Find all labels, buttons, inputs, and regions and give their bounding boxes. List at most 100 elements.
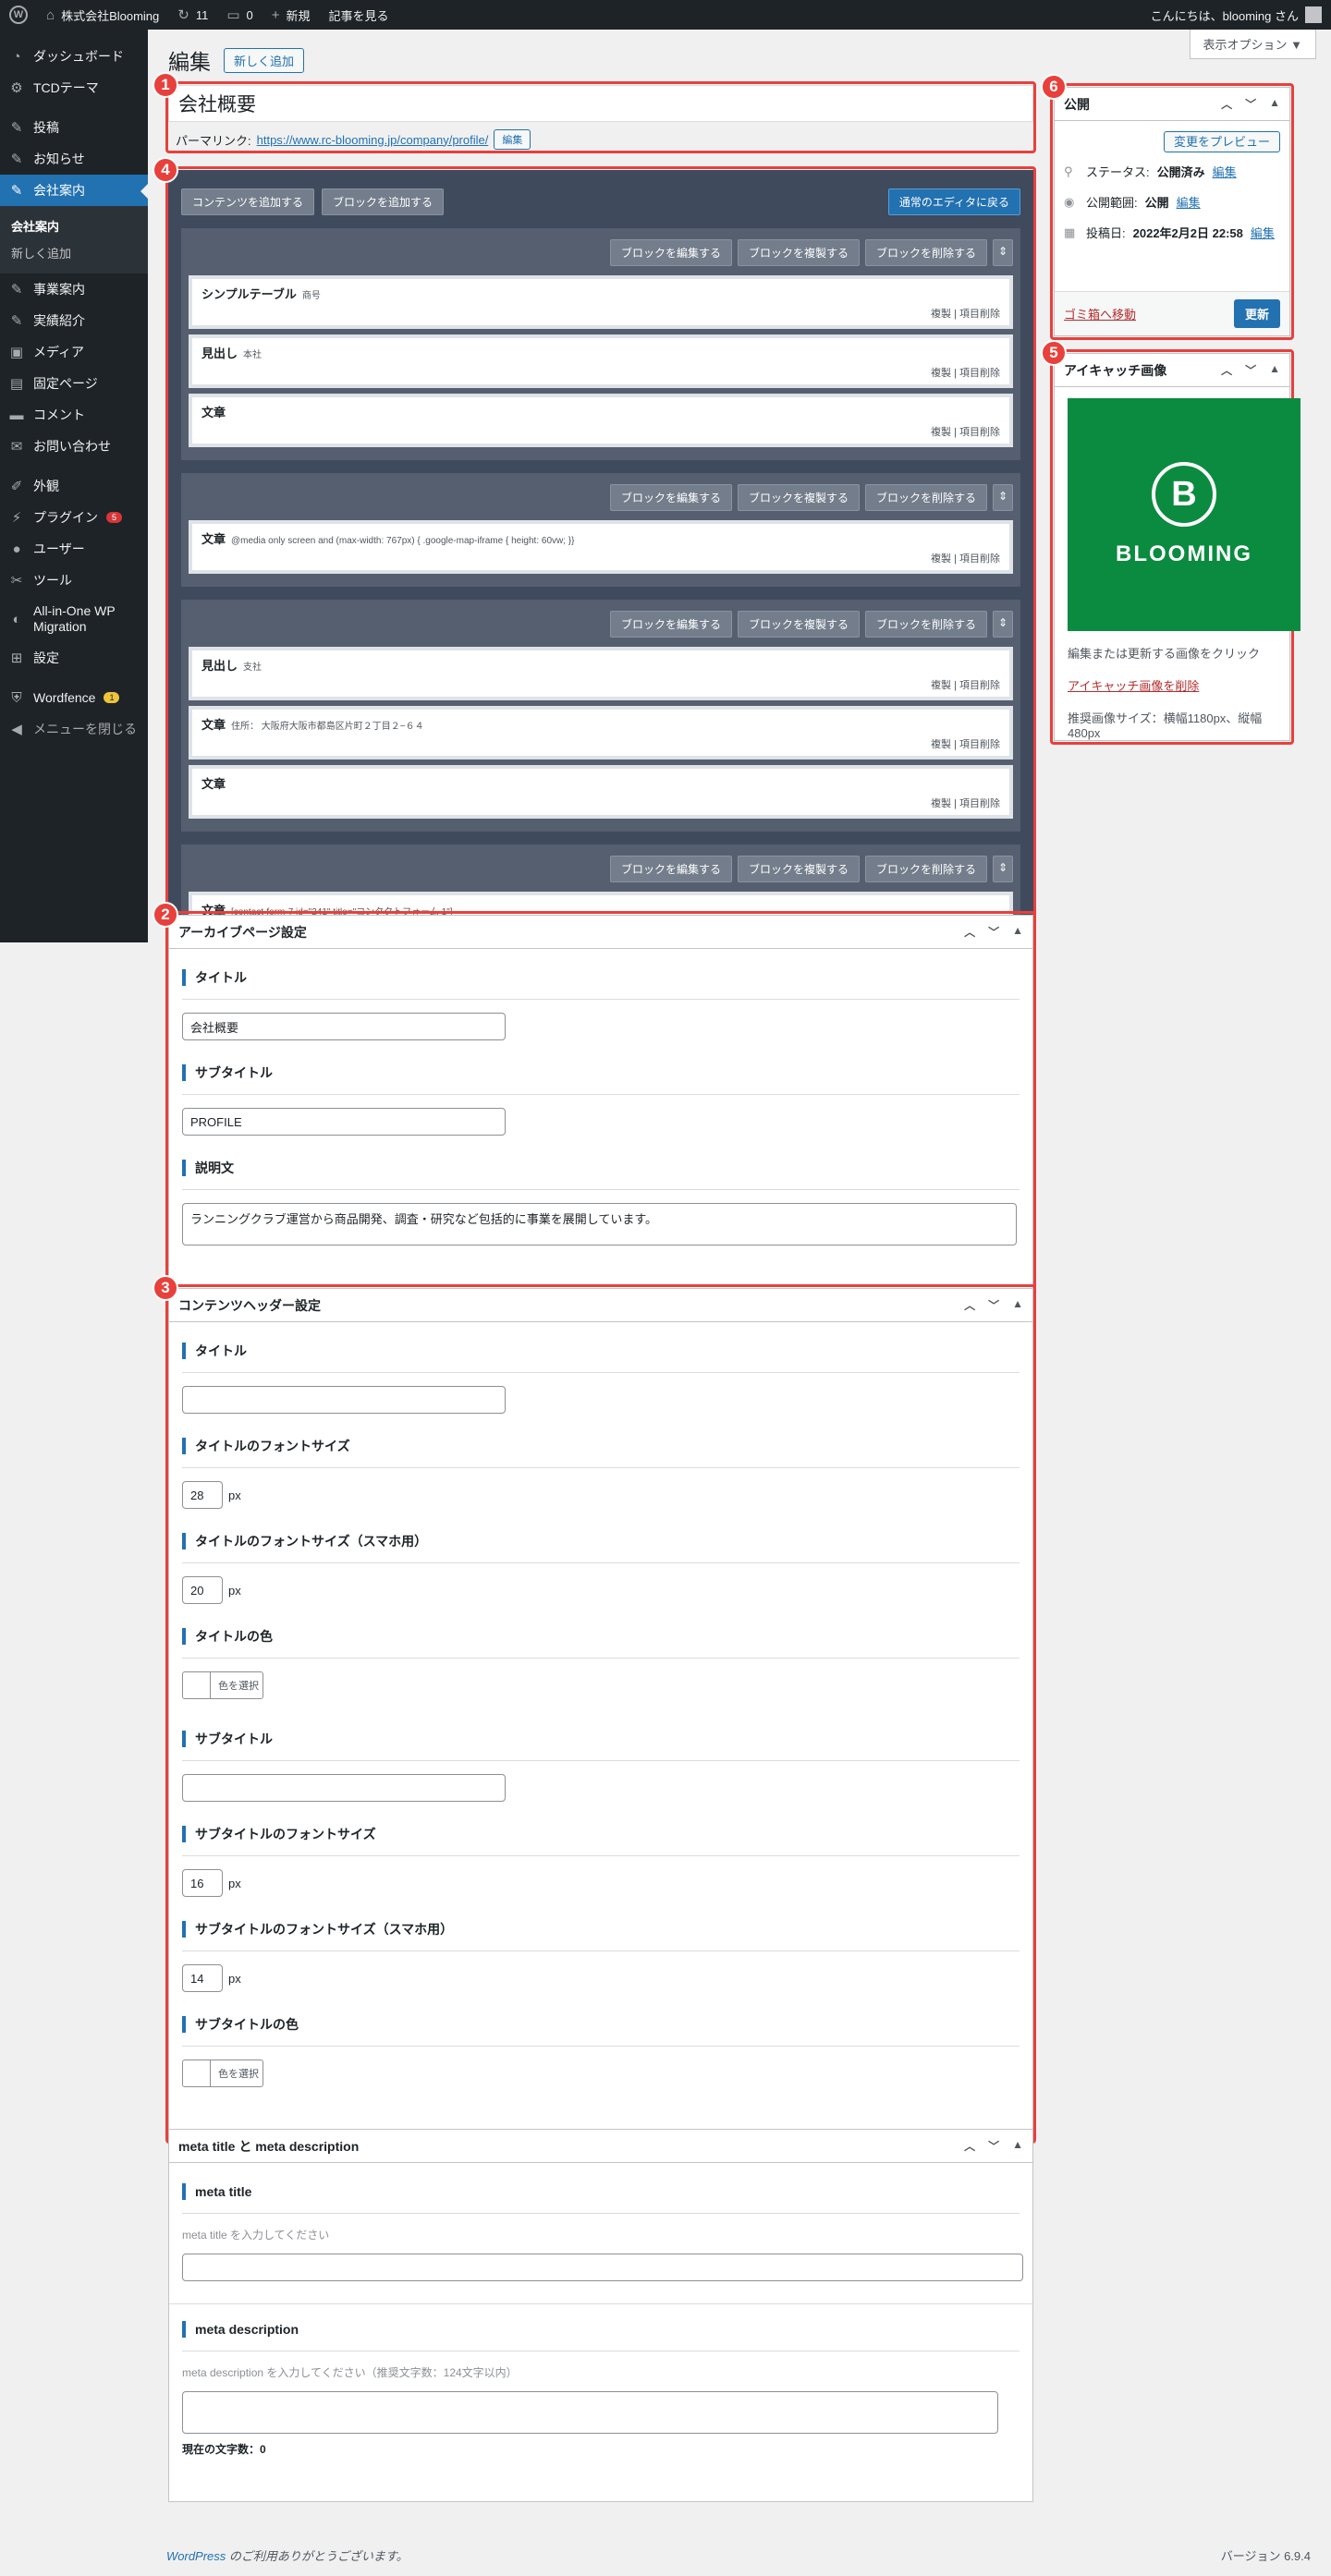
sidebar-item-company[interactable]: ✎ 会社案内 [0,175,148,206]
duplicate-link[interactable]: 複製 [931,309,951,320]
archive-title-input[interactable]: 会社概要 [182,1013,506,1040]
add-new-button[interactable]: 新しく追加 [224,47,305,73]
comments-link[interactable]: ▭ 0 [217,0,262,30]
toggle-panel-icon[interactable]: ▲ [1012,2138,1023,2154]
delete-item-link[interactable]: 項目削除 [959,309,1000,320]
duplicate-link[interactable]: 複製 [931,427,951,438]
add-content-button[interactable]: コンテンツを追加する [181,188,315,215]
add-block-button[interactable]: ブロックを追加する [322,188,445,215]
new-content-link[interactable]: + 新規 [263,0,320,30]
move-down-icon[interactable]: ﹀ [988,924,999,940]
sidebar-item-users[interactable]: ● ユーザー [0,533,148,565]
header-title-input[interactable] [182,1386,506,1414]
duplicate-block-button[interactable]: ブロックを複製する [737,611,860,638]
move-down-icon[interactable]: ﹀ [988,2138,999,2154]
header-subtitle-input[interactable] [182,1774,506,1802]
sidebar-item-tcd-theme[interactable]: ⚙ TCDテーマ [0,72,148,103]
delete-block-button[interactable]: ブロックを削除する [864,611,987,638]
submenu-item-add-new[interactable]: 新しく追加 [0,239,148,266]
list-item[interactable]: 文章 住所： 大阪府大阪市都島区片町２丁目２−６４ 複製 | 項目削除 [189,706,1013,759]
duplicate-link[interactable]: 複製 [931,798,951,809]
subtitle-font-size-sp-input[interactable]: 14 [182,1964,223,1992]
move-up-icon[interactable]: ︿ [1221,362,1232,378]
sidebar-item-appearance[interactable]: ✐ 外観 [0,470,148,502]
archive-description-textarea[interactable]: ランニングクラブ運営から商品開発、調査・研究など包括的に事業を展開しています。 [182,1203,1017,1245]
duplicate-block-button[interactable]: ブロックを複製する [737,484,860,511]
sidebar-item-contact[interactable]: ✉ お問い合わせ [0,431,148,462]
edit-status-link[interactable]: 編集 [1213,163,1237,180]
delete-block-button[interactable]: ブロックを削除する [864,239,987,266]
delete-item-link[interactable]: 項目削除 [959,798,1000,809]
delete-item-link[interactable]: 項目削除 [959,680,1000,691]
delete-block-button[interactable]: ブロックを削除する [864,484,987,511]
toggle-panel-icon[interactable]: ▲ [1012,924,1023,940]
subtitle-color-picker[interactable]: 色を選択 [182,2060,263,2087]
sidebar-item-business[interactable]: ✎ 事業案内 [0,273,148,305]
move-up-icon[interactable]: ︿ [1221,96,1232,112]
duplicate-link[interactable]: 複製 [931,739,951,750]
permalink-edit-button[interactable]: 編集 [494,129,531,150]
move-down-icon[interactable]: ﹀ [988,1297,999,1313]
sidebar-item-dashboard[interactable]: ◔ ダッシュボード [0,41,148,72]
delete-item-link[interactable]: 項目削除 [959,553,1000,565]
move-up-icon[interactable]: ︿ [964,1297,975,1313]
update-button[interactable]: 更新 [1233,299,1280,328]
sidebar-item-wordfence[interactable]: ⛨ Wordfence 1 [0,682,148,713]
delete-item-link[interactable]: 項目削除 [959,368,1000,379]
duplicate-block-button[interactable]: ブロックを複製する [737,239,860,266]
sidebar-item-tools[interactable]: ✂ ツール [0,565,148,596]
move-down-icon[interactable]: ﹀ [1245,362,1256,378]
site-name-link[interactable]: ⌂ 株式会社Blooming [37,0,168,30]
back-to-editor-button[interactable]: 通常のエディタに戻る [887,188,1020,215]
sidebar-item-plugins[interactable]: ⚡ プラグイン 5 [0,502,148,533]
toggle-panel-icon[interactable]: ▲ [1012,1297,1023,1313]
account-menu[interactable]: こんにちは、blooming さん [1142,0,1331,30]
remove-eyecatch-link[interactable]: アイキャッチ画像を削除 [1068,679,1199,693]
list-item[interactable]: 見出し 本社 複製 | 項目削除 [189,334,1013,388]
sidebar-item-comments[interactable]: ▬ コメント [0,399,148,431]
sidebar-item-pages[interactable]: ▤ 固定ページ [0,368,148,399]
wordpress-logo-menu[interactable]: W [0,0,37,30]
title-font-size-sp-input[interactable]: 20 [182,1576,223,1604]
move-down-icon[interactable]: ﹀ [1245,96,1256,112]
sidebar-item-works[interactable]: ✎ 実績紹介 [0,305,148,336]
sort-icon[interactable]: ⇕ [993,856,1013,882]
delete-item-link[interactable]: 項目削除 [959,427,1000,438]
sidebar-item-settings[interactable]: ⊞ 設定 [0,642,148,674]
submenu-item-company[interactable]: 会社案内 [0,213,148,239]
title-color-picker[interactable]: 色を選択 [182,1671,263,1699]
duplicate-link[interactable]: 複製 [931,680,951,691]
edit-block-button[interactable]: ブロックを編集する [609,856,732,882]
edit-block-button[interactable]: ブロックを編集する [609,484,732,511]
delete-block-button[interactable]: ブロックを削除する [864,856,987,882]
sidebar-item-news[interactable]: ✎ お知らせ [0,143,148,175]
edit-visibility-link[interactable]: 編集 [1177,193,1201,211]
duplicate-link[interactable]: 複製 [931,368,951,379]
subtitle-font-size-input[interactable]: 16 [182,1869,223,1897]
move-up-icon[interactable]: ︿ [964,924,975,940]
screen-options-button[interactable]: 表示オプション ▼ [1189,30,1316,59]
edit-block-button[interactable]: ブロックを編集する [609,611,732,638]
sidebar-item-posts[interactable]: ✎ 投稿 [0,112,148,143]
move-up-icon[interactable]: ︿ [964,2138,975,2154]
sort-icon[interactable]: ⇕ [993,611,1013,638]
toggle-panel-icon[interactable]: ▲ [1269,362,1280,378]
title-font-size-input[interactable]: 28 [182,1481,223,1509]
meta-description-textarea[interactable] [182,2391,998,2434]
sort-icon[interactable]: ⇕ [993,484,1013,511]
updates-link[interactable]: ↻ 11 [168,0,217,30]
eyecatch-image[interactable]: B BLOOMING [1068,398,1300,631]
duplicate-link[interactable]: 複製 [931,553,951,565]
post-title-input[interactable]: 会社概要 [168,85,1033,122]
collapse-menu-button[interactable]: ◀ メニューを閉じる [0,713,148,745]
view-post-link[interactable]: 記事を見る [320,0,398,30]
preview-changes-button[interactable]: 変更をプレビュー [1163,131,1280,152]
list-item[interactable]: シンプルテーブル 商号 複製 | 項目削除 [189,275,1013,329]
wordpress-link[interactable]: WordPress [166,2549,226,2563]
duplicate-block-button[interactable]: ブロックを複製する [737,856,860,882]
list-item[interactable]: 文章 @media only screen and (max-width: 767… [189,520,1013,574]
edit-block-button[interactable]: ブロックを編集する [609,239,732,266]
sort-icon[interactable]: ⇕ [993,239,1013,266]
toggle-panel-icon[interactable]: ▲ [1269,96,1280,112]
sidebar-item-migration[interactable]: ◐ All-in-One WP Migration [0,596,148,642]
